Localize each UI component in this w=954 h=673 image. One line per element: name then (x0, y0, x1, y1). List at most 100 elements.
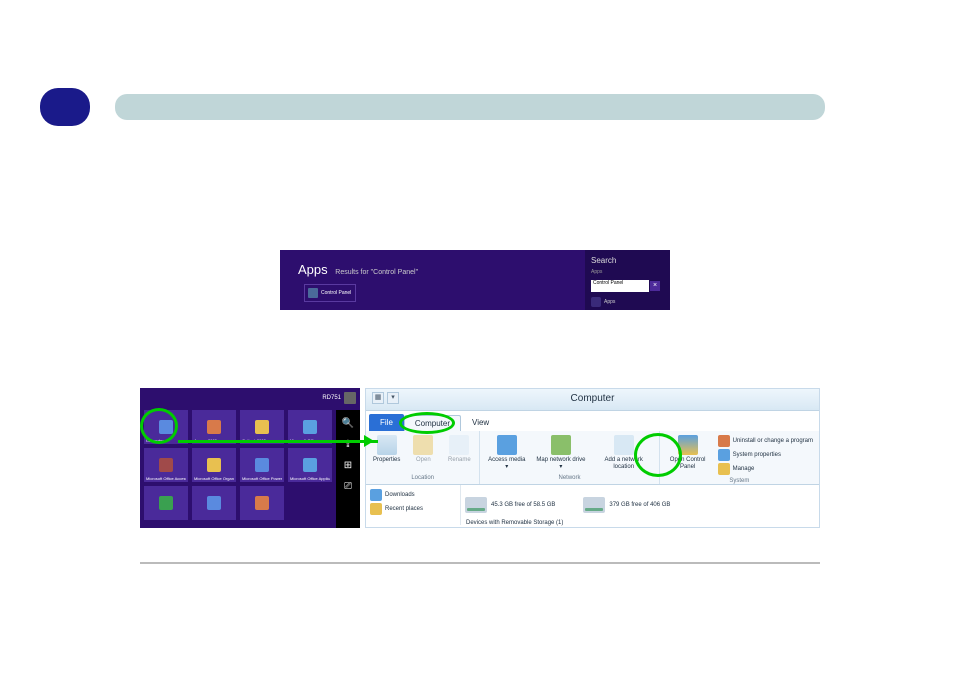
drive-icon (465, 497, 487, 513)
drive-item[interactable]: 45.3 GB free of 58.5 GB (465, 487, 555, 523)
open-label: Open (416, 457, 431, 464)
recent-places-label: Recent places (385, 506, 423, 512)
tile-office-2[interactable]: Microsoft Office Access Snapshot... (144, 448, 188, 482)
tile-outlook[interactable]: Outlook 2003 (240, 410, 284, 444)
system-small-buttons: Uninstall or change a program System pro… (714, 433, 817, 477)
ribbon-tabs: File Computer View (366, 411, 819, 431)
header-bar-shape (115, 94, 825, 120)
apps-search-figure: Apps Results for "Control Panel" Control… (280, 250, 670, 310)
outlook-icon (255, 420, 269, 434)
window-title: Computer (571, 393, 615, 404)
office-icon (303, 420, 317, 434)
ribbon-group-network: Access media ▾ Map network drive ▾ Add a… (480, 431, 659, 484)
nav-downloads[interactable]: Downloads (370, 489, 456, 501)
open-icon (413, 435, 433, 455)
tab-computer[interactable]: Computer (404, 415, 461, 431)
ribbon: Properties Open Rename Location Access m… (366, 431, 819, 485)
clear-search-button[interactable]: × (650, 281, 660, 291)
uninstall-button[interactable]: Uninstall or change a program (718, 435, 813, 447)
search-charm-icon[interactable]: 🔍 (342, 418, 354, 429)
start-and-explorer-figure: RD751 🔍 ⇪ ⊞ ⎚ Computer Access 2003 Outlo… (140, 388, 820, 530)
annotation-circle-computer-tab (399, 412, 455, 434)
tile-office-4[interactable]: Microsoft Office Application... (288, 448, 332, 482)
section-heading-removable: Devices with Removable Storage (1) (466, 520, 563, 526)
nav-recent-places[interactable]: Recent places (370, 503, 456, 515)
side-tab-shape (40, 88, 90, 126)
tile-app-b[interactable] (192, 486, 236, 520)
ribbon-group-system: Open Control Panel Uninstall or change a… (660, 431, 819, 484)
search-heading: Search (591, 256, 664, 265)
access-icon (207, 420, 221, 434)
drive-icon (583, 497, 605, 513)
control-panel-icon (308, 288, 318, 298)
drive-item[interactable]: 379 GB free of 406 GB (583, 487, 670, 523)
uninstall-icon (718, 435, 730, 447)
map-network-drive-button[interactable]: Map network drive ▾ (531, 433, 591, 474)
tile-label: Microsoft Office Organiza... (194, 476, 234, 481)
qat-properties-icon[interactable]: ▦ (372, 392, 384, 404)
avatar (344, 392, 356, 404)
search-scope-apps-row[interactable]: Apps (591, 297, 615, 307)
uninstall-label: Uninstall or change a program (733, 438, 813, 444)
user-name: RD751 (322, 395, 341, 401)
ribbon-group-location: Properties Open Rename Location (366, 431, 480, 484)
drive-free-text: 45.3 GB free of 58.5 GB (491, 502, 555, 508)
qat-dropdown-icon[interactable]: ▾ (387, 392, 399, 404)
devices-charm-icon[interactable]: ⎚ (344, 481, 352, 492)
group-label-location: Location (368, 474, 477, 482)
search-input[interactable]: Control Panel (591, 280, 649, 292)
start-charm-icon[interactable]: ⊞ (344, 460, 352, 471)
add-net-icon (614, 435, 634, 455)
rename-icon (449, 435, 469, 455)
explorer-body: Downloads Recent places 45.3 GB free of … (366, 485, 819, 525)
downloads-icon (370, 489, 382, 501)
apps-scope-text: Apps (604, 299, 615, 305)
downloads-label: Downloads (385, 492, 415, 498)
tile-label: Microsoft Office PowerPoint 2003 (242, 476, 282, 481)
tile-office-1[interactable]: Microsoft Office... (288, 410, 332, 444)
explorer-window: ▦ ▾ Computer File Computer View Properti… (365, 388, 820, 528)
apps-scope-icon (591, 297, 601, 307)
tile-label: Microsoft Office Access Snapshot... (146, 476, 186, 481)
apps-title-text: Apps (298, 262, 328, 277)
tile-powerpoint[interactable]: Microsoft Office PowerPoint 2003 (240, 448, 284, 482)
access-media-button[interactable]: Access media ▾ (482, 433, 531, 474)
manage-button[interactable]: Manage (718, 463, 813, 475)
annotation-arrow (178, 440, 378, 443)
control-panel-result-tile[interactable]: Control Panel (304, 284, 356, 302)
app-icon (159, 496, 173, 510)
tile-app-c[interactable] (240, 486, 284, 520)
page-header-decoration (40, 88, 834, 138)
drives-pane: 45.3 GB free of 58.5 GB 379 GB free of 4… (461, 485, 819, 525)
tile-app-a[interactable] (144, 486, 188, 520)
charms-bar: 🔍 ⇪ ⊞ ⎚ (336, 410, 360, 528)
app-icon (255, 496, 269, 510)
office-icon (159, 458, 173, 472)
annotation-circle-open-control-panel (634, 433, 682, 477)
manage-icon (718, 463, 730, 475)
properties-label: Properties (373, 457, 400, 464)
powerpoint-icon (255, 458, 269, 472)
recent-places-icon (370, 503, 382, 515)
tab-view[interactable]: View (461, 414, 500, 431)
app-icon (207, 496, 221, 510)
quick-access-toolbar: ▦ ▾ (372, 392, 399, 404)
map-drive-label: Map network drive ▾ (536, 457, 586, 470)
user-badge[interactable]: RD751 (322, 392, 356, 404)
apps-subtitle: Results for "Control Panel" (335, 269, 418, 276)
sys-props-icon (718, 449, 730, 461)
tile-office-3[interactable]: Microsoft Office Organiza... (192, 448, 236, 482)
tile-label: Microsoft Office Application... (290, 476, 330, 481)
sys-props-label: System properties (733, 452, 781, 458)
office-icon (207, 458, 221, 472)
footer-rule (140, 562, 820, 564)
group-label-network: Network (482, 474, 656, 482)
map-drive-icon (551, 435, 571, 455)
apps-heading: Apps Results for "Control Panel" (298, 262, 418, 277)
open-button: Open (405, 433, 441, 474)
nav-pane: Downloads Recent places (366, 485, 461, 525)
office-icon (303, 458, 317, 472)
system-properties-button[interactable]: System properties (718, 449, 813, 461)
access-media-label: Access media ▾ (487, 457, 526, 470)
tile-access[interactable]: Access 2003 (192, 410, 236, 444)
